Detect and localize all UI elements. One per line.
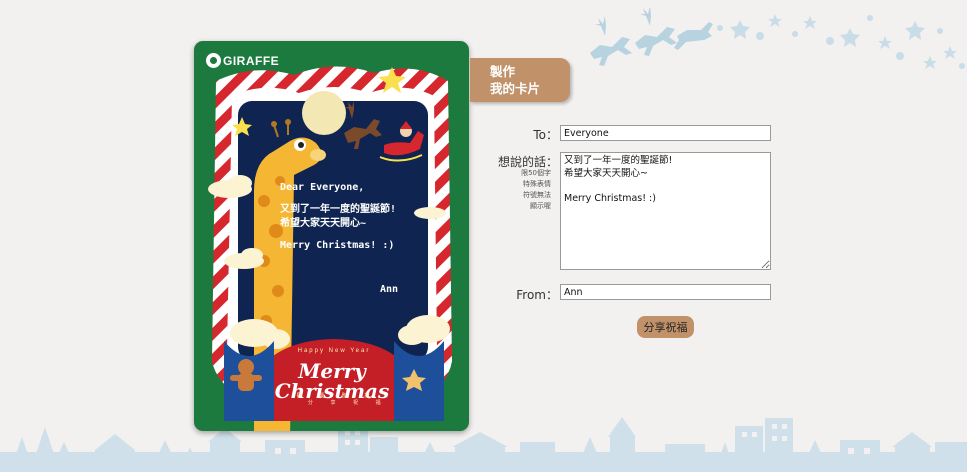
banner-subtitle: 歡 慶 聖 誕 分 享 祝 福 — [285, 393, 383, 406]
banner-happy-new-year: Happy New Year — [297, 348, 371, 354]
brand-logo: GIRAFFE — [206, 53, 279, 68]
brand-name: GIRAFFE — [223, 53, 280, 68]
card-message-line: Dear Everyone, — [280, 182, 365, 193]
share-button[interactable]: 分享祝福 — [637, 316, 694, 338]
from-input[interactable] — [560, 284, 771, 300]
make-card-tab[interactable]: 製作 我的卡片 — [470, 58, 570, 102]
snowflake-stars-decoration — [717, 14, 965, 69]
message-textarea[interactable]: 又到了一年一度的聖誕節! 希望大家天天開心~ Merry Christmas! … — [560, 152, 771, 270]
from-label: From： — [516, 288, 558, 302]
giraffe-logo-icon — [206, 53, 221, 68]
hint-line: 特殊表情 — [523, 180, 551, 188]
reindeer-silhouette-icon — [590, 8, 713, 66]
hint-line: 符號無法 — [523, 191, 551, 199]
to-label: To： — [533, 128, 558, 142]
card-message: Dear Everyone, 又到了一年一度的聖誕節! 希望大家天天開心~ Me… — [280, 181, 405, 295]
hint-line: 顯示喔 — [530, 202, 551, 210]
card-message-line: Merry Christmas! :) — [280, 240, 395, 251]
tab-line-2: 我的卡片 — [490, 81, 541, 96]
tab-line-1: 製作 — [490, 64, 516, 79]
message-hint: 限50個字 特殊表情 符號無法 顯示喔 — [515, 168, 551, 212]
card-preview: GIRAFFE Dear Everyone, 又到了一年一度的聖誕節! 希望大家… — [194, 41, 469, 431]
to-input[interactable] — [560, 125, 771, 141]
hint-line: 限50個字 — [521, 169, 551, 177]
town-skyline-decoration — [0, 417, 967, 472]
card-message-line: 希望大家天天開心~ — [280, 218, 367, 229]
card-message-line: 又到了一年一度的聖誕節! — [280, 204, 397, 215]
card-signature: Ann — [380, 284, 399, 295]
